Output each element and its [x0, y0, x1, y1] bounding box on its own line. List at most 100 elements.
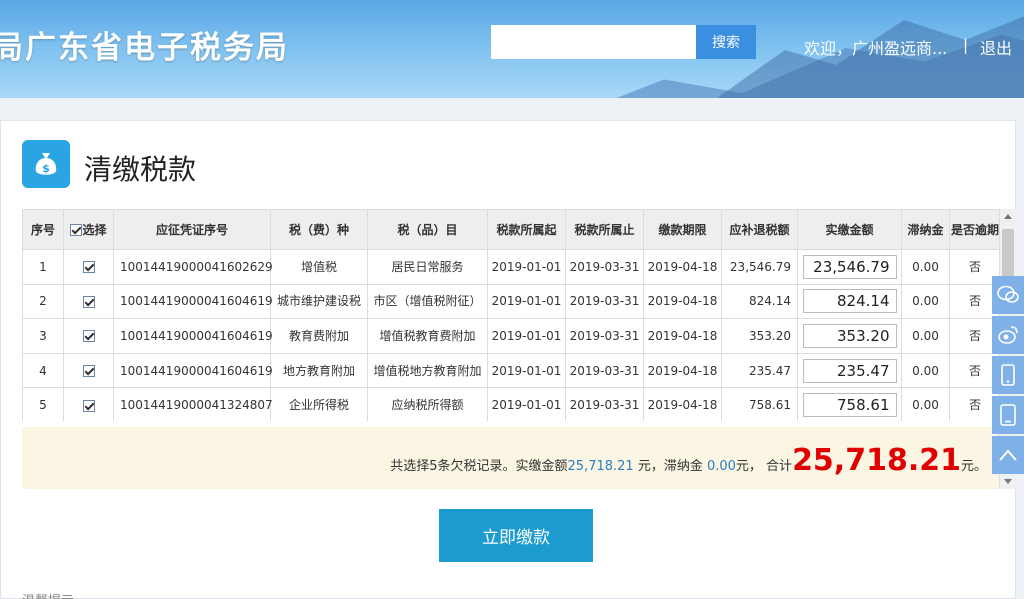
cell-deadline: 2019-04-18: [643, 318, 722, 354]
tax-table: 序号 选择 应征凭证序号 税（费）种 税（品）目 税款所属起 税款所属止 缴款期…: [22, 209, 1000, 421]
tablet-icon[interactable]: [992, 396, 1024, 434]
cell-tax-type: 城市维护建设税: [270, 283, 368, 320]
cell-period-start: 2019-01-01: [487, 387, 566, 421]
cell-late-fee: 0.00: [901, 249, 950, 285]
weibo-icon[interactable]: [992, 316, 1024, 354]
pay-now-button[interactable]: 立即缴款: [439, 509, 593, 562]
row-checkbox[interactable]: [82, 261, 95, 274]
cell-paid: [797, 318, 902, 354]
cell-voucher: 10014419000041324807: [113, 387, 273, 421]
logout-link[interactable]: 退出: [980, 35, 1012, 59]
paid-amount-input[interactable]: [802, 289, 897, 314]
cell-paid: [797, 387, 902, 421]
cell-period-start: 2019-01-01: [487, 352, 566, 389]
cell-due: 23,546.79: [721, 249, 798, 285]
cell-late-fee: 0.00: [901, 318, 950, 354]
col-overdue: 是否逾期: [949, 209, 1000, 250]
row-checkbox[interactable]: [82, 295, 95, 308]
hint-label: 温馨提示: [22, 590, 74, 599]
col-late-fee: 滞纳金: [901, 209, 950, 250]
col-due: 应补退税额: [721, 209, 798, 250]
cell-due: 353.20: [721, 318, 798, 354]
scroll-down-icon[interactable]: [1004, 479, 1012, 484]
cell-select[interactable]: [63, 387, 114, 421]
cell-period-end: 2019-03-31: [565, 387, 644, 421]
cell-select[interactable]: [63, 352, 114, 389]
cell-tax-item: 增值税地方教育附加: [367, 352, 488, 389]
col-select[interactable]: 选择: [63, 209, 114, 250]
cell-voucher: 10014419000041602629: [113, 249, 273, 285]
summary-bar: 共选择5条欠税记录。实缴金额25,718.21 元，滞纳金 0.00元， 合计2…: [22, 427, 999, 489]
col-deadline: 缴款期限: [643, 209, 722, 250]
cell-seq: 4: [22, 352, 64, 389]
summary-mid1: 元，滞纳金: [637, 459, 707, 474]
summary-mid2: 元， 合计: [735, 459, 793, 474]
table-row: 2 10014419000041604619 城市维护建设税 市区（增值税附征）…: [22, 283, 1000, 320]
header-banner: 局广东省电子税务局 搜索 欢迎，广州盈远商... | 退出: [0, 0, 1024, 98]
cell-tax-type: 企业所得税: [270, 387, 368, 421]
cell-period-end: 2019-03-31: [565, 318, 644, 354]
search-button[interactable]: 搜索: [696, 25, 756, 59]
paid-amount-input[interactable]: [802, 323, 897, 348]
cell-select[interactable]: [63, 249, 114, 285]
col-voucher: 应征凭证序号: [113, 209, 271, 250]
cell-paid: [797, 352, 902, 389]
table-row: 4 10014419000041604619 地方教育附加 增值税地方教育附加 …: [22, 352, 1000, 389]
svg-text:$: $: [42, 162, 50, 175]
cell-seq: 5: [22, 387, 64, 421]
cell-select[interactable]: [63, 283, 114, 320]
cell-seq: 2: [22, 283, 64, 320]
cell-period-end: 2019-03-31: [565, 352, 644, 389]
scroll-up-icon[interactable]: [1004, 214, 1012, 219]
cell-select[interactable]: [63, 318, 114, 354]
cell-deadline: 2019-04-18: [643, 283, 722, 320]
wechat-icon[interactable]: [992, 276, 1024, 314]
col-select-label: 选择: [82, 222, 107, 237]
cell-late-fee: 0.00: [901, 387, 950, 421]
page-title: 清缴税款: [84, 153, 197, 186]
summary-total: 25,718.21: [792, 443, 961, 478]
paid-amount-input[interactable]: [802, 358, 897, 383]
cell-seq: 1: [22, 249, 64, 285]
cell-period-end: 2019-03-31: [565, 283, 644, 320]
paid-amount-input[interactable]: [802, 393, 897, 418]
row-checkbox[interactable]: [82, 399, 95, 412]
cell-voucher: 10014419000041604619: [113, 318, 273, 354]
cell-voucher: 10014419000041604619: [113, 283, 273, 320]
paid-amount-input[interactable]: [802, 254, 897, 279]
search-input[interactable]: [491, 25, 696, 59]
cell-paid: [797, 249, 902, 285]
cell-tax-item: 居民日常服务: [367, 249, 488, 285]
table-row: 1 10014419000041602629 增值税 居民日常服务 2019-0…: [22, 249, 1000, 285]
cell-period-start: 2019-01-01: [487, 318, 566, 354]
back-to-top-icon[interactable]: [992, 436, 1024, 474]
site-title: 局广东省电子税务局: [0, 30, 289, 66]
cell-tax-type: 地方教育附加: [270, 352, 368, 389]
cell-due: 235.47: [721, 352, 798, 389]
cell-period-end: 2019-03-31: [565, 249, 644, 285]
col-tax-item: 税（品）目: [367, 209, 488, 250]
cell-seq: 3: [22, 318, 64, 354]
row-checkbox[interactable]: [82, 365, 95, 378]
money-bag-icon: $: [22, 140, 70, 188]
cell-period-start: 2019-01-01: [487, 249, 566, 285]
cell-due: 824.14: [721, 283, 798, 320]
cell-period-start: 2019-01-01: [487, 283, 566, 320]
col-period-end: 税款所属止: [565, 209, 644, 250]
summary-prefix: 共选择5条欠税记录。实缴金额: [390, 459, 568, 474]
welcome-user-link[interactable]: 欢迎，广州盈远商...: [804, 35, 947, 59]
header-separator: |: [963, 36, 969, 54]
col-tax-type: 税（费）种: [270, 209, 368, 250]
cell-tax-type: 增值税: [270, 249, 368, 285]
cell-voucher: 10014419000041604619: [113, 352, 273, 389]
mobile-icon[interactable]: [992, 356, 1024, 394]
row-checkbox[interactable]: [82, 330, 95, 343]
cell-deadline: 2019-04-18: [643, 387, 722, 421]
cell-late-fee: 0.00: [901, 283, 950, 320]
col-period-start: 税款所属起: [487, 209, 566, 250]
cell-late-fee: 0.00: [901, 352, 950, 389]
cell-tax-type: 教育费附加: [270, 318, 368, 354]
select-all-checkbox[interactable]: [70, 224, 83, 236]
cell-paid: [797, 283, 902, 320]
summary-paid-amount: 25,718.21: [567, 459, 634, 474]
